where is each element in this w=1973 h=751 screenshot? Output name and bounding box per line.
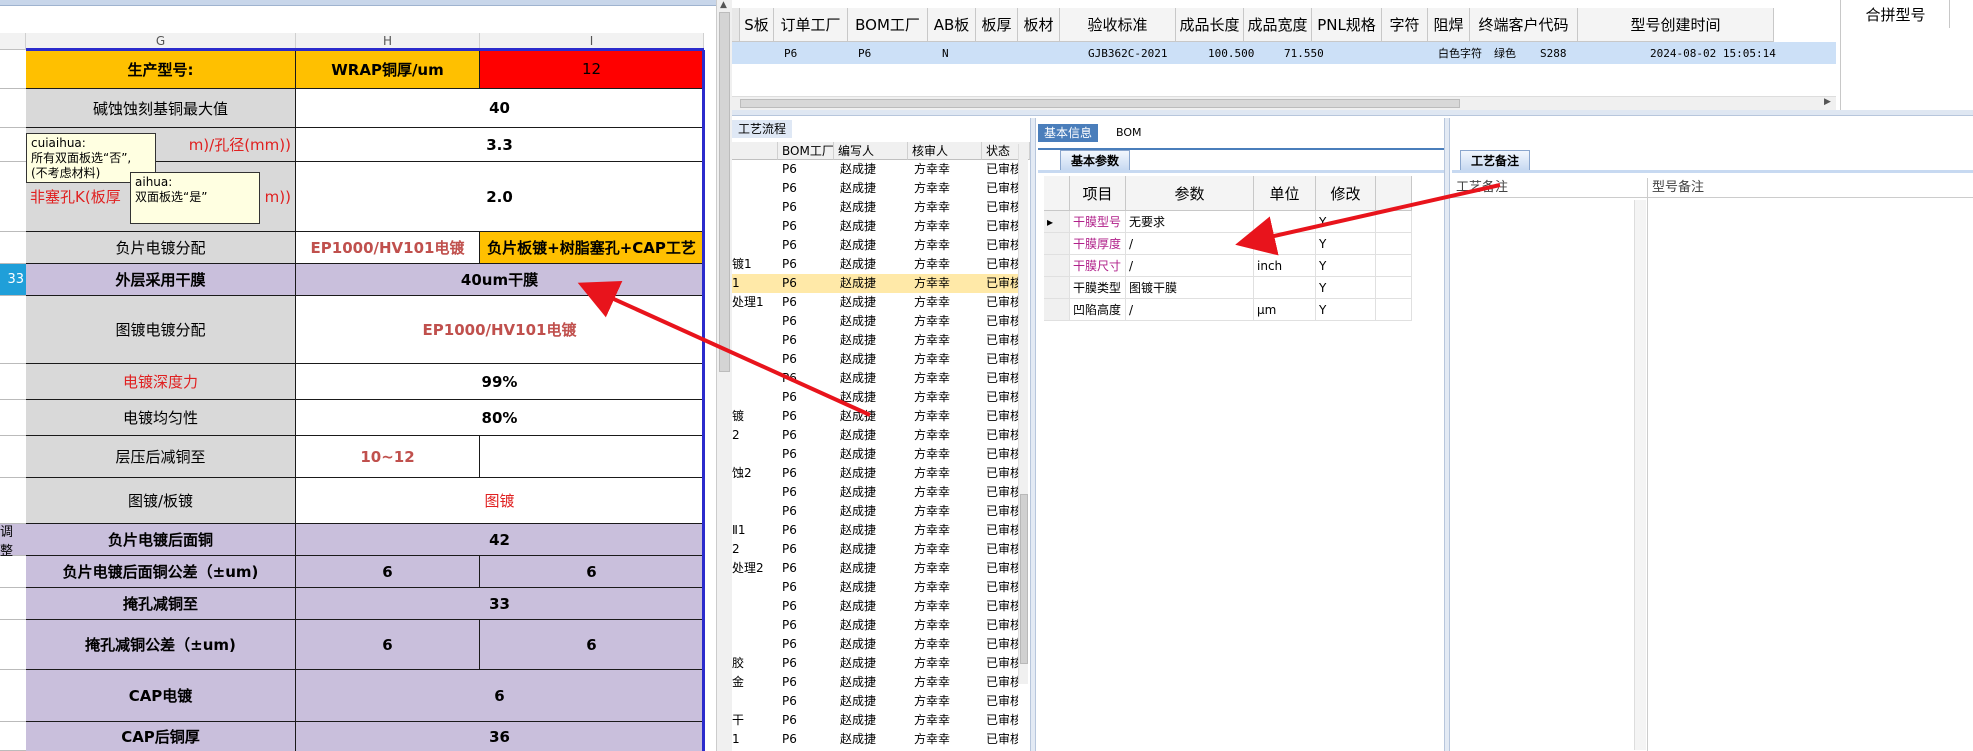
red-arrow bbox=[577, 280, 871, 417]
comment-note[interactable]: aihua: 双面板选“是” bbox=[130, 172, 260, 224]
red-arrow bbox=[1235, 183, 1501, 256]
annotation-arrows bbox=[577, 183, 1501, 417]
mes-application: S板 订单工厂 BOM工厂 AB板 板厚 板材 验收标准 成品长度 成品宽度 P… bbox=[577, 0, 1973, 751]
